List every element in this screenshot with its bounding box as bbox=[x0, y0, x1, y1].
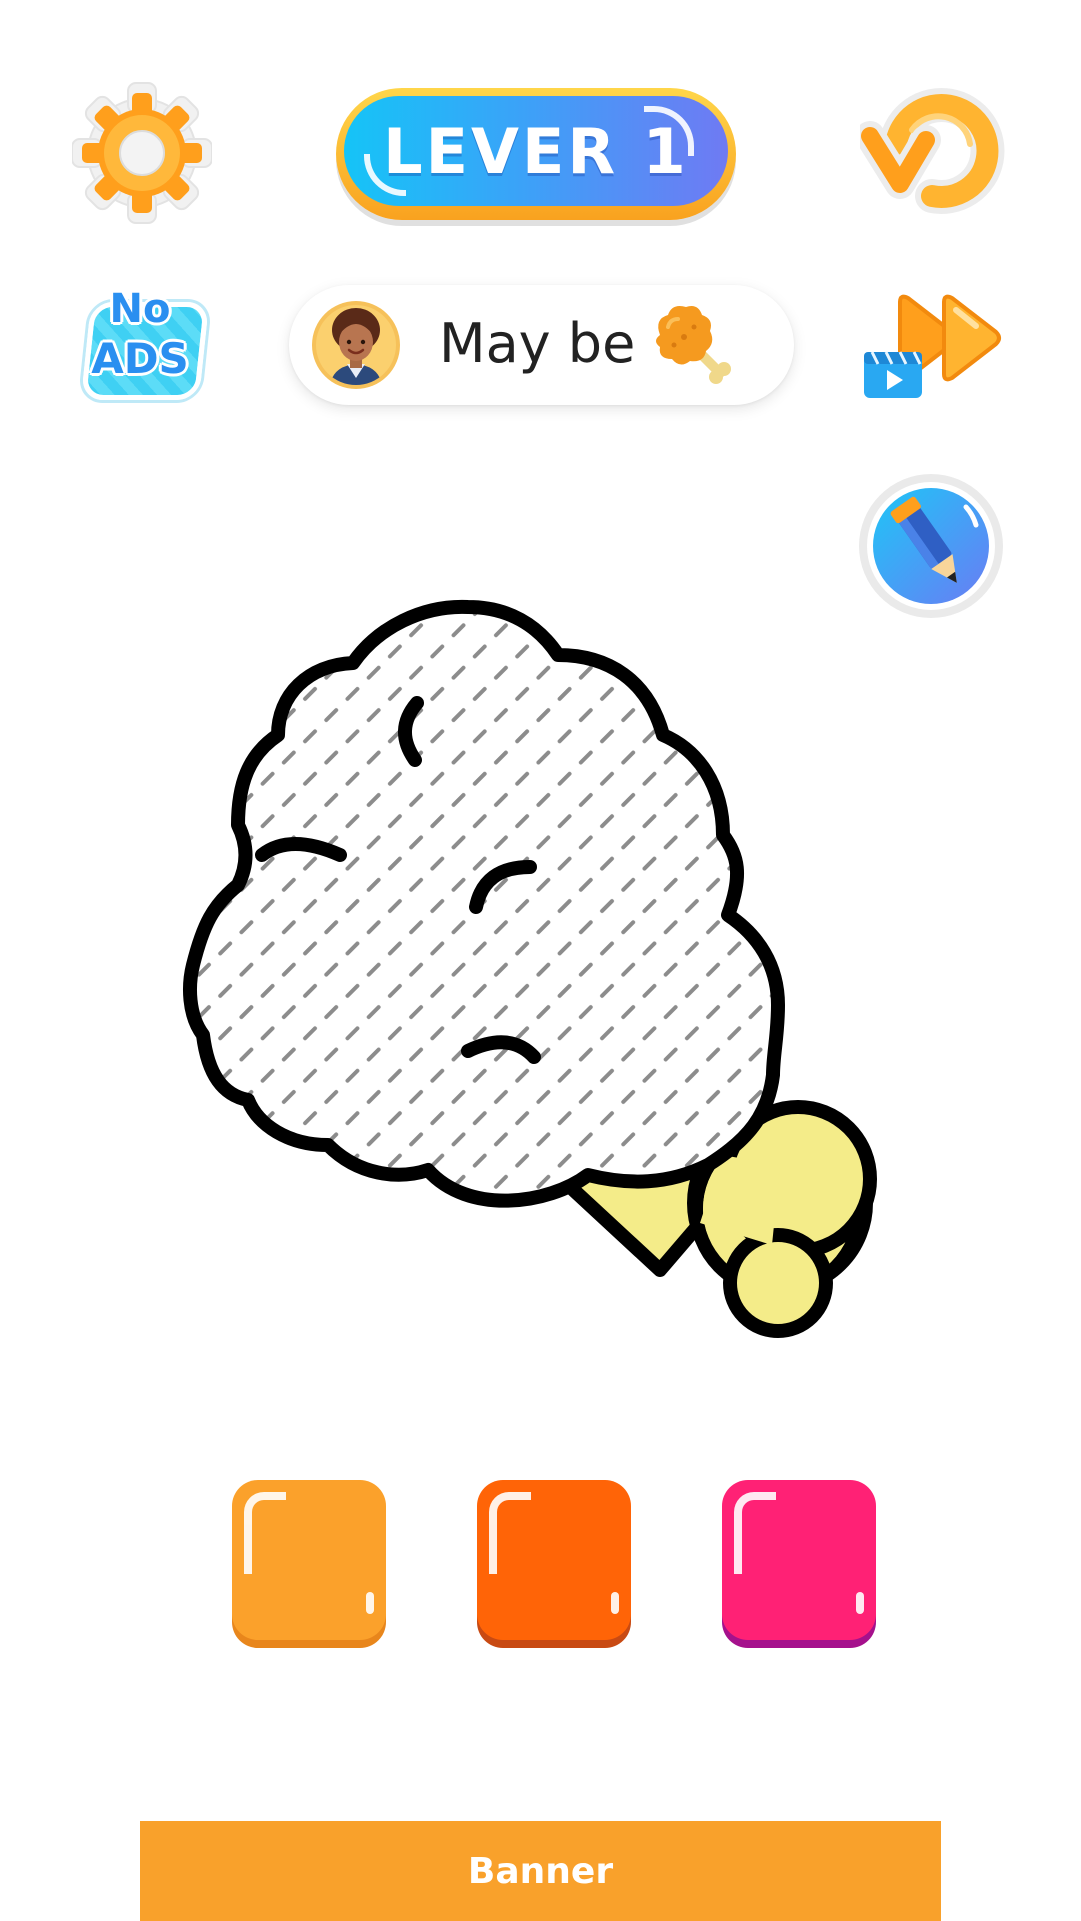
swatch-highlight bbox=[611, 1592, 619, 1614]
skip-level-button[interactable] bbox=[860, 292, 1008, 406]
swatch-highlight bbox=[244, 1492, 286, 1574]
no-ads-button[interactable]: No ADS bbox=[78, 282, 210, 406]
hint-text: May be bbox=[439, 312, 636, 375]
girl-avatar-icon bbox=[311, 300, 401, 390]
ad-banner[interactable]: Banner bbox=[140, 1821, 941, 1921]
gloss-highlight bbox=[644, 106, 694, 156]
gear-icon bbox=[71, 82, 213, 224]
swatch-highlight bbox=[734, 1492, 776, 1574]
banner-label: Banner bbox=[467, 1850, 614, 1892]
swatch-highlight bbox=[856, 1592, 864, 1614]
drawing-canvas[interactable] bbox=[140, 555, 960, 1385]
color-swatch-2[interactable] bbox=[477, 1480, 631, 1640]
color-swatch-3[interactable] bbox=[722, 1480, 876, 1640]
swatch-highlight bbox=[366, 1592, 374, 1614]
level-label: LEVER 1 bbox=[383, 114, 689, 188]
undo-check-icon bbox=[855, 88, 1005, 214]
color-swatch-1[interactable] bbox=[232, 1480, 386, 1640]
undo-button[interactable] bbox=[855, 84, 1010, 224]
level-indicator: LEVER 1 bbox=[336, 88, 736, 220]
meat-shape[interactable] bbox=[183, 599, 785, 1208]
chicken-drumstick-icon bbox=[644, 297, 744, 397]
swatch-highlight bbox=[489, 1492, 531, 1574]
hint-bar: May be bbox=[289, 285, 794, 405]
settings-button[interactable] bbox=[71, 82, 213, 224]
gloss-highlight bbox=[364, 154, 406, 196]
video-fast-forward-icon bbox=[864, 294, 1001, 398]
no-ads-line2: ADS bbox=[91, 334, 189, 383]
no-ads-line1: No bbox=[109, 286, 171, 332]
